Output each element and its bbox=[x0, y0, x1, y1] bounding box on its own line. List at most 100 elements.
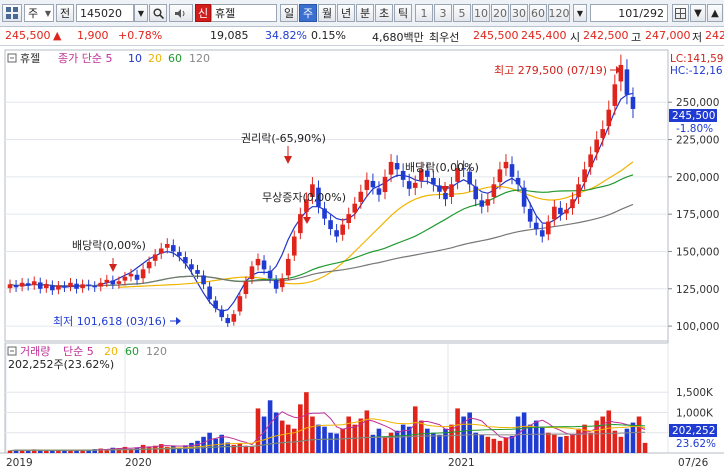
candle-body bbox=[134, 274, 140, 280]
price-tick-label: 100,000 bbox=[676, 321, 719, 333]
arrow-down-icon[interactable]: ▼ bbox=[690, 4, 706, 22]
arrow-up-icon[interactable]: ▲ bbox=[707, 4, 723, 22]
interval-button-1[interactable]: 1 bbox=[415, 4, 433, 22]
interval-button-5[interactable]: 5 bbox=[453, 4, 471, 22]
candle-body bbox=[370, 180, 376, 188]
chart-area[interactable]: 100,000 125,000 150,000 175,000 200,000 225,0… bbox=[0, 46, 724, 469]
candle-body bbox=[630, 96, 636, 109]
volume-bar bbox=[630, 422, 636, 453]
candle-body bbox=[358, 191, 364, 202]
candle-body bbox=[243, 281, 249, 294]
candle-body bbox=[171, 245, 176, 252]
candle-body bbox=[412, 182, 418, 188]
tab-period-0[interactable]: 일 bbox=[280, 4, 298, 22]
search-icon[interactable] bbox=[149, 4, 167, 22]
candle-body bbox=[382, 176, 388, 193]
volume-bar bbox=[25, 450, 31, 453]
stock-code-input[interactable]: 145020 bbox=[76, 4, 134, 22]
volume-bar bbox=[298, 404, 303, 453]
price-tick-label: 125,000 bbox=[676, 284, 719, 296]
volume-bar bbox=[394, 430, 400, 453]
volume-bar bbox=[334, 433, 339, 453]
page-counter[interactable]: 101/292 bbox=[590, 4, 668, 22]
market-select[interactable]: 주 ▼ bbox=[24, 4, 54, 22]
prev-button[interactable]: 전 bbox=[56, 4, 74, 22]
low-label: 저 bbox=[692, 31, 703, 44]
hc-badge: HC:-12,16 bbox=[670, 65, 723, 77]
volume-bar bbox=[261, 416, 267, 453]
candle-body bbox=[25, 283, 31, 286]
volume-tick-label: 1,000K bbox=[676, 407, 714, 419]
volume-bar bbox=[340, 428, 345, 453]
tab-period-6[interactable]: 틱 bbox=[394, 4, 412, 22]
candle-body bbox=[231, 314, 237, 322]
candle-body bbox=[546, 221, 551, 235]
candle-body bbox=[570, 199, 575, 209]
candle-body bbox=[104, 279, 110, 283]
volume-bar bbox=[552, 434, 557, 453]
chevron-down-icon[interactable]: ▼ bbox=[134, 4, 148, 22]
volume-bar bbox=[207, 432, 212, 453]
stock-name-field[interactable]: 휴젤 bbox=[211, 4, 277, 22]
chart-toolbar: 주 ▼ 전 145020 ▼ 신 휴젤 일주월년분초틱 1 3 5 10 20 30 60 1… bbox=[0, 0, 724, 27]
volume-bar bbox=[425, 428, 430, 453]
price-tick-label: 150,000 bbox=[676, 246, 719, 258]
candle-body bbox=[485, 199, 491, 206]
candle-body bbox=[128, 273, 134, 277]
interval-button-10[interactable]: 10 bbox=[472, 4, 490, 22]
volume-legend-0: 거래량 bbox=[20, 345, 50, 358]
volume-bar bbox=[485, 436, 491, 453]
change-percent: +0.78% bbox=[118, 29, 163, 42]
interval-button-120[interactable]: 120 bbox=[548, 4, 570, 22]
candle-body bbox=[98, 282, 104, 287]
grid-icon[interactable] bbox=[2, 4, 22, 22]
grid-view-icon[interactable] bbox=[672, 4, 689, 22]
candle-body bbox=[219, 309, 225, 318]
price-tick-label: 200,000 bbox=[676, 172, 719, 184]
legend-ma-120: 120 bbox=[189, 52, 210, 65]
priority-ask-label: 최우선 bbox=[429, 31, 460, 44]
interval-button-20[interactable]: 20 bbox=[491, 4, 509, 22]
chevron-down-icon[interactable]: ▼ bbox=[573, 4, 587, 22]
dividend-annotation-1: 배당락(0,00%) bbox=[72, 239, 146, 252]
candle-body bbox=[406, 181, 412, 189]
rights-annotation: 권리락(-65,90%) bbox=[241, 132, 326, 145]
candle-body bbox=[31, 281, 37, 286]
sound-icon[interactable] bbox=[169, 4, 193, 22]
svg-text:202,252: 202,252 bbox=[672, 425, 715, 437]
volume-bar bbox=[437, 434, 442, 453]
candle-body bbox=[273, 279, 279, 289]
candle-body bbox=[237, 296, 243, 312]
tab-period-4[interactable]: 분 bbox=[356, 4, 374, 22]
tab-period-2[interactable]: 월 bbox=[318, 4, 336, 22]
interval-button-3[interactable]: 3 bbox=[434, 4, 452, 22]
legend-ma-60: 60 bbox=[168, 52, 182, 65]
volume-bar bbox=[533, 420, 539, 453]
new-badge: 신 bbox=[195, 4, 211, 22]
candle-body bbox=[140, 269, 146, 279]
volume-bar bbox=[400, 424, 406, 453]
price-chart[interactable]: 100,000 125,000 150,000 175,000 200,000 225,0… bbox=[0, 46, 724, 469]
candle-body bbox=[74, 283, 79, 289]
volume-legend-4: 120 bbox=[146, 345, 167, 358]
interval-button-30[interactable]: 30 bbox=[510, 4, 528, 22]
candle-body bbox=[606, 109, 612, 127]
candle-body bbox=[539, 230, 545, 237]
interval-button-60[interactable]: 60 bbox=[529, 4, 547, 22]
candle-body bbox=[533, 222, 539, 230]
volume-tick-label: 1,500K bbox=[676, 387, 714, 399]
market-label: 주 bbox=[28, 7, 39, 20]
candle-body bbox=[515, 177, 521, 185]
candle-body bbox=[92, 286, 97, 288]
candle-body bbox=[503, 161, 509, 169]
svg-text:245,500: 245,500 bbox=[672, 110, 715, 122]
tab-period-3[interactable]: 년 bbox=[337, 4, 355, 22]
volume-bar bbox=[412, 406, 418, 453]
volume-bar bbox=[612, 430, 618, 453]
candle-body bbox=[255, 258, 261, 266]
tab-period-5[interactable]: 초 bbox=[375, 4, 393, 22]
volume-bar bbox=[316, 424, 321, 453]
candle-body bbox=[328, 220, 333, 230]
tab-period-1[interactable]: 주 bbox=[299, 4, 317, 22]
candle-body bbox=[177, 252, 182, 256]
